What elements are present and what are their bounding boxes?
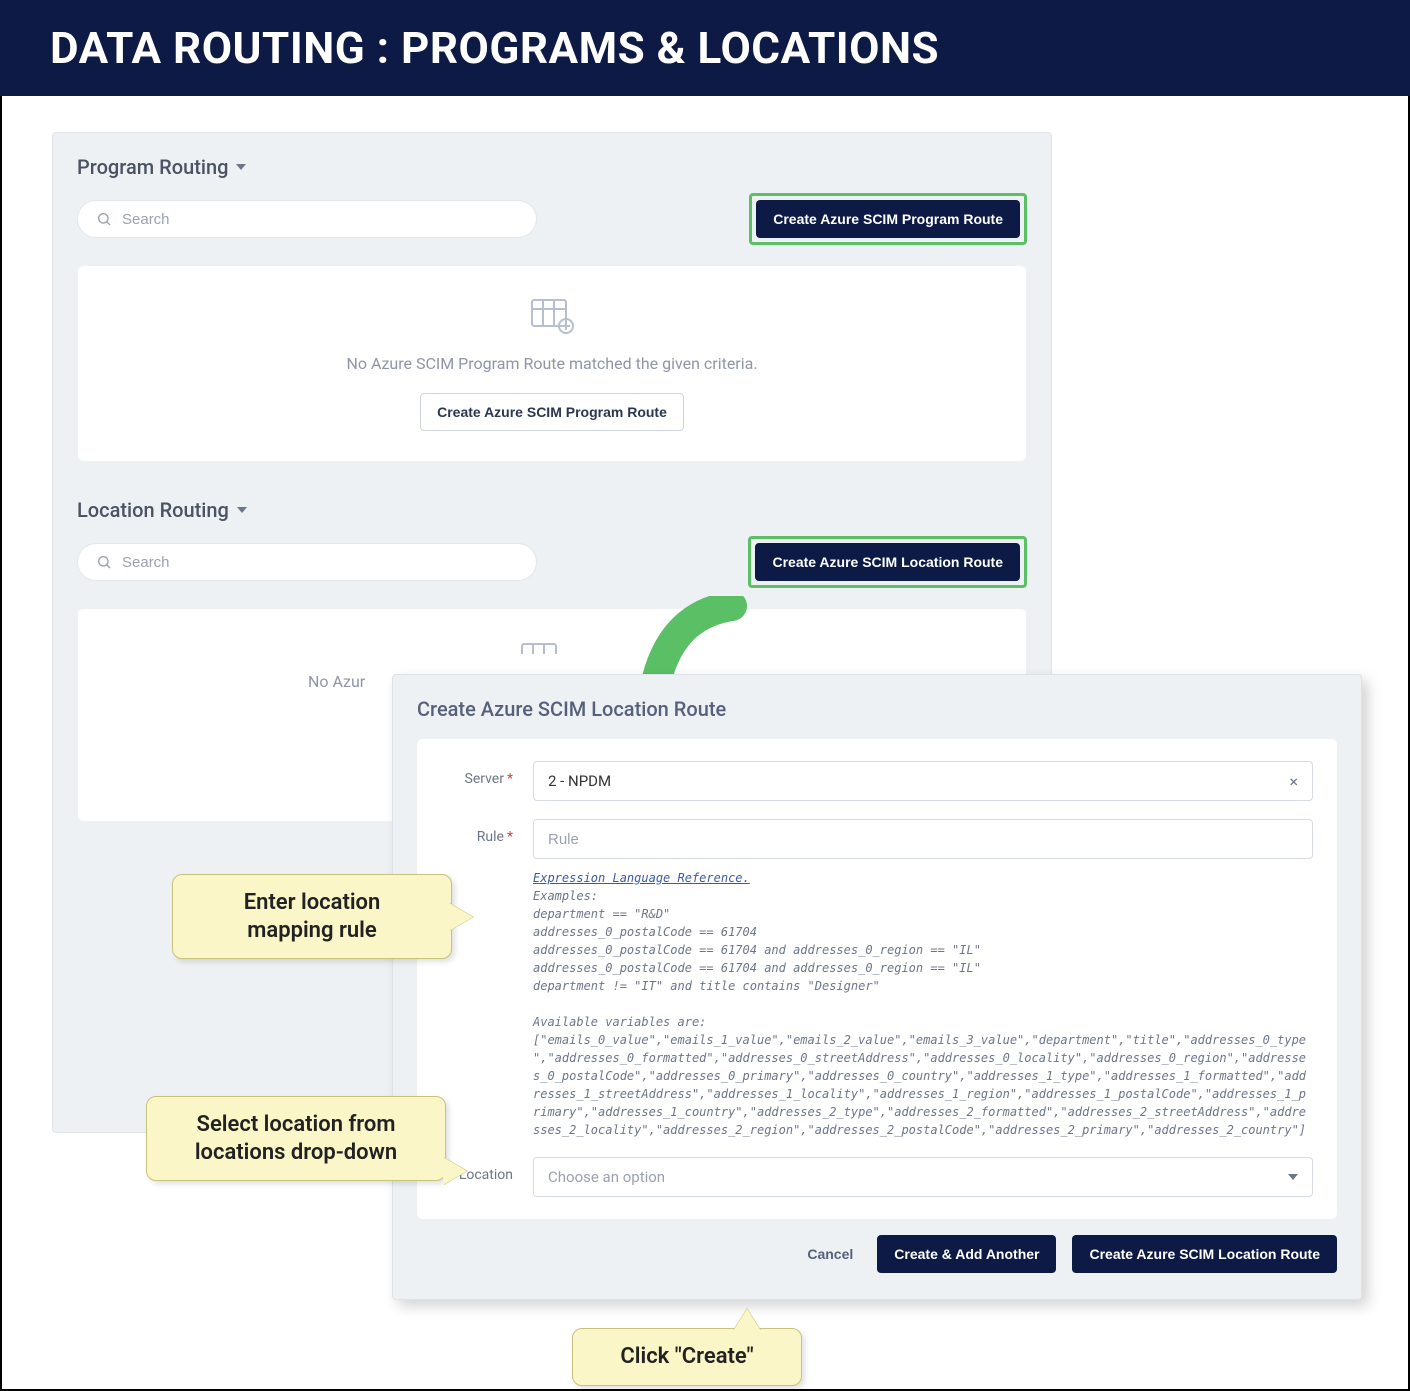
location-search-input[interactable]	[122, 554, 518, 571]
program-empty-card: No Azure SCIM Program Route matched the …	[77, 265, 1027, 462]
create-add-another-button[interactable]: Create & Add Another	[877, 1235, 1056, 1273]
clear-icon[interactable]: ×	[1289, 772, 1298, 791]
table-plus-icon	[78, 639, 1006, 658]
highlight-create-location: Create Azure SCIM Location Route	[748, 536, 1027, 588]
rule-label: Rule*	[441, 819, 513, 845]
create-location-route-submit-button[interactable]: Create Azure SCIM Location Route	[1072, 1235, 1337, 1273]
table-plus-icon	[530, 296, 574, 336]
location-routing-header[interactable]: Location Routing	[77, 498, 1027, 522]
program-routing-header[interactable]: Program Routing	[77, 155, 1027, 179]
create-location-route-button[interactable]: Create Azure SCIM Location Route	[755, 543, 1020, 581]
expression-reference-link[interactable]: Expression Language Reference.	[533, 871, 750, 885]
create-program-route-button-empty[interactable]: Create Azure SCIM Program Route	[420, 393, 684, 431]
location-placeholder: Choose an option	[548, 1168, 665, 1186]
rule-input[interactable]	[533, 819, 1313, 859]
chevron-down-icon	[1288, 1174, 1298, 1180]
cancel-button[interactable]: Cancel	[799, 1236, 861, 1272]
modal-title: Create Azure SCIM Location Route	[417, 697, 1337, 721]
server-select[interactable]: 2 - NPDM ×	[533, 761, 1313, 801]
callout-create: Click "Create"	[572, 1328, 802, 1386]
search-icon	[96, 211, 112, 227]
location-select[interactable]: Choose an option	[533, 1157, 1313, 1197]
search-icon	[96, 554, 112, 570]
create-location-route-modal: Create Azure SCIM Location Route Server*…	[392, 674, 1362, 1300]
program-empty-message: No Azure SCIM Program Route matched the …	[98, 354, 1006, 373]
chevron-down-icon	[237, 507, 247, 513]
page-title: DATA ROUTING : PROGRAMS & LOCATIONS	[50, 22, 939, 74]
create-program-route-button[interactable]: Create Azure SCIM Program Route	[756, 200, 1020, 238]
location-routing-title: Location Routing	[77, 498, 229, 522]
location-search[interactable]	[77, 543, 537, 581]
program-routing-title: Program Routing	[77, 155, 228, 179]
rule-help: Expression Language Reference. Examples:…	[533, 869, 1313, 1139]
page-banner: DATA ROUTING : PROGRAMS & LOCATIONS	[0, 0, 1410, 96]
callout-rule: Enter location mapping rule	[172, 874, 452, 959]
callout-location: Select location from locations drop-down	[146, 1096, 446, 1181]
highlight-create-program: Create Azure SCIM Program Route	[749, 193, 1027, 245]
program-search-input[interactable]	[122, 211, 518, 228]
modal-footer: Cancel Create & Add Another Create Azure…	[417, 1235, 1337, 1273]
program-search[interactable]	[77, 200, 537, 238]
server-label: Server*	[441, 761, 513, 787]
stage: Program Routing Create Azure SCIM Progra…	[0, 96, 1410, 1391]
modal-body: Server* 2 - NPDM × Rule* Expression Lang…	[417, 739, 1337, 1219]
server-value: 2 - NPDM	[548, 772, 611, 790]
chevron-down-icon	[236, 164, 246, 170]
